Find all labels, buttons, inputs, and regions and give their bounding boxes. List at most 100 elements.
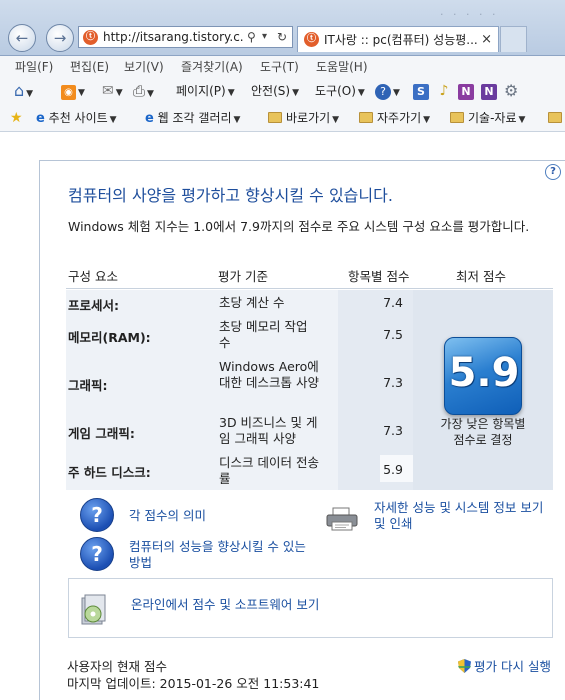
chevron-down-icon: ▼ [332, 115, 340, 125]
chevron-down-icon: ▼ [147, 89, 154, 99]
tools-menu[interactable]: 도구(O) ▼ [315, 81, 365, 101]
onenote-icon: N [458, 84, 474, 100]
gear-icon: ⚙ [504, 81, 519, 100]
uac-shield-icon [458, 659, 471, 673]
mail-icon: ✉ [102, 83, 114, 99]
safety-menu[interactable]: 안전(S) ▼ [251, 81, 299, 101]
fav-web-slice[interactable]: e 웹 조각 갤러리 ▼ [145, 109, 240, 127]
row-score-gaming-graphics: 7.3 [383, 423, 403, 438]
row-component-processor: 프로세서: [68, 298, 119, 313]
forward-button[interactable]: → [46, 24, 74, 52]
header-divider [66, 288, 553, 289]
base-score-caption: 가장 낮은 항목별 점수로 결정 [440, 417, 526, 447]
fav-folder-shortcuts[interactable]: 바로가기 ▼ [268, 109, 339, 127]
column-header-criteria: 평가 기준 [218, 269, 268, 284]
row-score-memory: 7.5 [383, 327, 403, 342]
chevron-down-icon: ▼ [518, 115, 526, 125]
address-url[interactable]: http://itsarang.tistory.c... [103, 27, 243, 47]
chevron-down-icon: ▼ [233, 115, 241, 125]
feeds-button[interactable]: ◉ ▼ [61, 81, 85, 101]
read-mail-button[interactable]: ✉ ▼ [102, 81, 123, 101]
page-menu[interactable]: 페이지(P) ▼ [176, 81, 235, 101]
addon-button-4[interactable]: N [481, 81, 497, 101]
fav-web-slice-label: 웹 조각 갤러리 [157, 111, 232, 125]
note-icon: ♪ [439, 83, 449, 99]
fav-folder-overflow[interactable] [548, 109, 565, 127]
tab-favicon-icon: ⓣ [304, 32, 319, 47]
fav-suggested-sites[interactable]: e 추천 사이트 ▼ [36, 109, 117, 127]
menu-file[interactable]: 파일(F) [15, 56, 53, 78]
addon-s-icon: S [413, 84, 429, 100]
addon-button-2[interactable]: ♪ [436, 81, 452, 101]
rerun-assessment-label: 평가 다시 실행 [474, 659, 551, 674]
page-menu-label: 페이지(P) [176, 84, 226, 98]
home-icon: ⌂ [14, 81, 25, 100]
rerun-assessment-link[interactable]: 평가 다시 실행 [458, 656, 551, 675]
menu-view[interactable]: 보기(V) [124, 56, 164, 78]
row-score-processor: 7.4 [383, 295, 403, 310]
software-box-icon [81, 594, 106, 625]
fav-folder-tech[interactable]: 기술-자료 ▼ [450, 109, 525, 127]
settings-button[interactable]: ⚙ [504, 81, 518, 101]
column-header-base-score: 최저 점수 [456, 269, 506, 284]
menu-tools[interactable]: 도구(T) [260, 56, 299, 78]
active-tab[interactable]: ⓣ IT사랑 :: pc(컴퓨터) 성능평... × [297, 26, 499, 52]
ie-page-icon: e [145, 111, 154, 126]
fav-folder-frequent[interactable]: 자주가기 ▼ [359, 109, 430, 127]
link-online-scores-software[interactable]: 온라인에서 점수 및 소프트웨어 보기 [131, 597, 321, 613]
addon-button-1[interactable]: S [413, 81, 429, 101]
address-dropdown-icon[interactable]: ▾ [262, 27, 267, 47]
row-component-graphics: 그래픽: [68, 378, 108, 393]
onenote-linked-icon: N [481, 84, 497, 100]
home-button[interactable]: ⌂ ▼ [14, 81, 33, 101]
chevron-down-icon: ▼ [357, 88, 365, 98]
refresh-icon[interactable]: ↻ [277, 27, 287, 47]
help-question-icon: ? [80, 498, 114, 532]
link-improve-performance[interactable]: 컴퓨터의 성능을 향상시킬 수 있는 방법 [129, 539, 311, 571]
back-arrow-icon: ← [15, 29, 29, 47]
tab-close-icon[interactable]: × [481, 28, 492, 52]
folder-icon [548, 112, 562, 123]
row-criteria-gaming-graphics: 3D 비즈니스 및 게임 그래픽 사양 [219, 415, 318, 446]
folder-icon [359, 112, 373, 123]
safety-menu-label: 안전(S) [251, 84, 291, 98]
forward-arrow-icon: → [53, 29, 67, 47]
menu-favorites[interactable]: 즐겨찾기(A) [181, 56, 243, 78]
help-icon: ? [375, 84, 391, 100]
printer-icon [326, 507, 358, 531]
row-criteria-memory: 초당 메모리 작업 수 [219, 319, 308, 350]
menu-edit[interactable]: 편집(E) [70, 56, 109, 78]
link-score-meaning[interactable]: 각 점수의 의미 [129, 508, 206, 524]
back-button[interactable]: ← [8, 24, 36, 52]
help-button[interactable]: ? ▼ [375, 81, 400, 101]
printer-icon: ⎙ [133, 82, 146, 100]
window-title-fragment: · · · · · [440, 8, 499, 21]
link-detailed-info-print[interactable]: 자세한 성능 및 시스템 정보 보기 및 인쇄 [374, 500, 552, 532]
fav-frequent-label: 자주가기 [377, 111, 422, 125]
ie-page-icon: e [36, 111, 45, 126]
help-icon[interactable]: ? [545, 164, 561, 180]
base-score-badge: 5.9 [444, 337, 522, 415]
fav-shortcuts-label: 바로가기 [286, 111, 331, 125]
addon-button-3[interactable]: N [458, 81, 474, 101]
print-button[interactable]: ⎙ ▼ [133, 81, 154, 101]
search-icon[interactable]: ⚲ [247, 27, 256, 47]
new-tab-button[interactable] [500, 26, 527, 52]
menu-help[interactable]: 도움말(H) [316, 56, 368, 78]
row-score-hard-disk: 5.9 [383, 462, 403, 477]
row-component-gaming-graphics: 게임 그래픽: [68, 426, 135, 441]
chevron-down-icon: ▼ [292, 88, 299, 98]
favorites-star-button[interactable]: ★ [10, 109, 23, 127]
folder-icon [268, 112, 282, 123]
row-criteria-hard-disk: 디스크 데이터 전송률 [219, 455, 319, 486]
browser-titlebar: · · · · · ← → ⓣ http://itsarang.tistory.… [0, 0, 565, 56]
chevron-down-icon: ▼ [78, 88, 85, 98]
last-update-text: 마지막 업데이트: 2015-01-26 오전 11:53:41 [67, 676, 320, 691]
row-criteria-processor: 초당 계산 수 [219, 295, 285, 310]
page-title: 컴퓨터의 사양을 평가하고 향상시킬 수 있습니다. [68, 186, 393, 205]
address-bar[interactable]: ⓣ http://itsarang.tistory.c... ⚲ ▾ ↻ [78, 26, 293, 48]
site-favicon-icon: ⓣ [83, 30, 98, 45]
base-score-value: 5.9 [448, 350, 520, 396]
rss-icon: ◉ [61, 85, 76, 100]
page-subtitle: Windows 체험 지수는 1.0에서 7.9까지의 점수로 주요 시스템 구… [68, 219, 530, 234]
